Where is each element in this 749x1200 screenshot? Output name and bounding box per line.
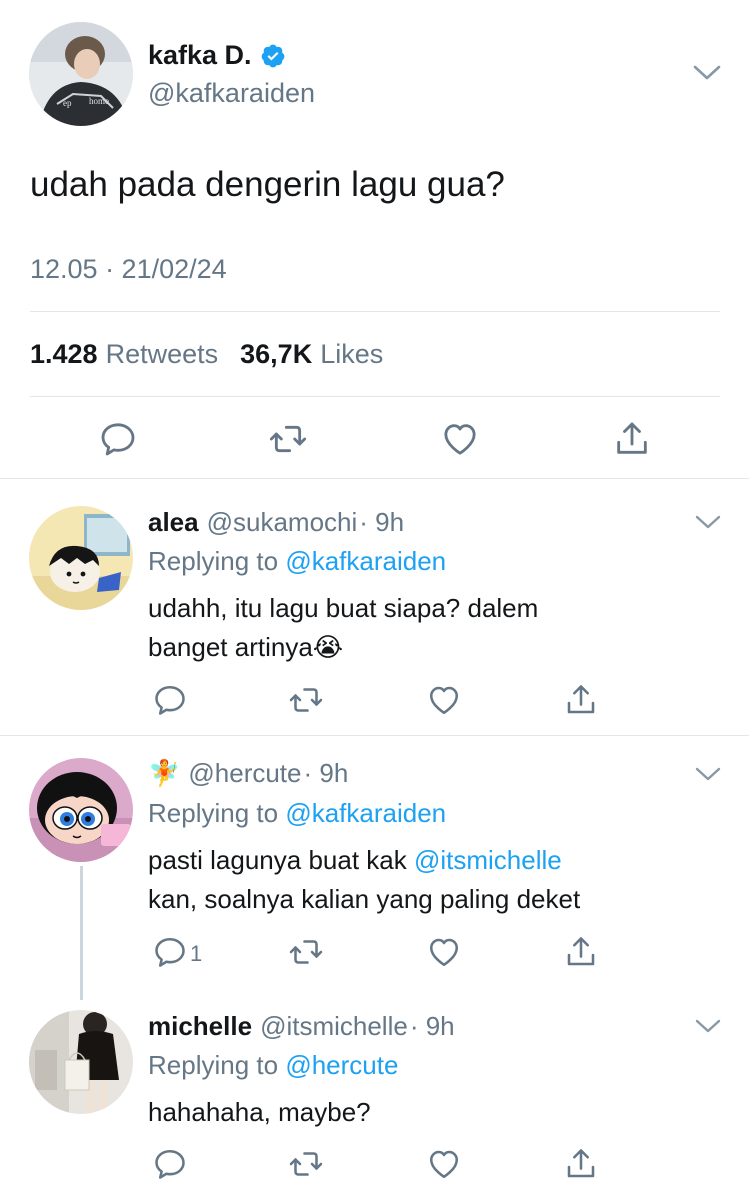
retweet-icon[interactable]: [268, 419, 308, 459]
author-name-text: kafka D.: [148, 40, 252, 70]
reply-author-handle[interactable]: @itsmichelle: [260, 1011, 408, 1042]
share-icon[interactable]: [563, 934, 599, 970]
reply-text-line2: banget artinya: [148, 632, 313, 662]
like-icon[interactable]: [426, 934, 462, 970]
reply-icon[interactable]: [152, 934, 188, 970]
thread-line: [80, 866, 83, 1000]
svg-text:ep: ep: [63, 98, 72, 108]
like-icon[interactable]: [426, 1146, 462, 1182]
share-icon[interactable]: [563, 1146, 599, 1182]
replying-to: Replying to @kafkaraiden: [148, 798, 446, 829]
avatar[interactable]: [29, 1010, 133, 1114]
reply-header: 🧚 @hercute · 9h: [148, 758, 348, 789]
reply-text-line: banget artinya😭: [148, 628, 538, 667]
reply-mention[interactable]: @itsmichelle: [414, 845, 562, 875]
reply-time: · 9h: [303, 758, 349, 788]
chevron-down-icon[interactable]: [693, 512, 723, 532]
fairy-emoji[interactable]: 🧚: [148, 758, 180, 789]
replying-mention[interactable]: @kafkaraiden: [285, 798, 446, 828]
reply-header: michelle @itsmichelle · 9h: [148, 1011, 455, 1042]
replying-mention[interactable]: @hercute: [285, 1050, 398, 1080]
reply-text-line: kan, soalnya kalian yang paling deket: [148, 884, 581, 914]
likes-count[interactable]: 36,7K: [240, 339, 312, 370]
share-icon[interactable]: [612, 419, 652, 459]
avatar[interactable]: [29, 506, 133, 610]
reply-time: · 9h: [359, 507, 405, 537]
replying-mention[interactable]: @kafkaraiden: [285, 546, 446, 576]
reply-time: · 9h: [409, 1011, 455, 1041]
replying-to: Replying to @hercute: [148, 1050, 398, 1081]
retweet-icon[interactable]: [288, 934, 324, 970]
share-icon[interactable]: [563, 682, 599, 718]
replying-prefix: Replying to: [148, 798, 279, 828]
tweet-stats: 1.428 Retweets 36,7K Likes: [30, 339, 383, 370]
crying-emoji: 😭: [312, 632, 344, 662]
reply-text: hahahaha, maybe?: [148, 1093, 371, 1132]
replying-prefix: Replying to: [148, 1050, 279, 1080]
reply-text-line: hahahaha, maybe?: [148, 1097, 371, 1127]
verified-badge-icon: [260, 43, 286, 69]
retweet-icon[interactable]: [288, 682, 324, 718]
author-handle[interactable]: @kafkaraiden: [148, 78, 315, 109]
reply-author-name[interactable]: michelle: [148, 1011, 252, 1042]
tweet-timestamp[interactable]: 12.05 · 21/02/24: [30, 254, 227, 285]
retweets-label[interactable]: Retweets: [106, 339, 219, 370]
reply-icon[interactable]: [152, 682, 188, 718]
chevron-down-icon[interactable]: [693, 764, 723, 784]
replying-prefix: Replying to: [148, 546, 279, 576]
svg-text:home: home: [89, 96, 109, 106]
chevron-down-icon[interactable]: [693, 1016, 723, 1036]
reply-text: pasti lagunya buat kak @itsmichelle kan,…: [148, 841, 580, 919]
like-icon[interactable]: [440, 419, 480, 459]
reply-icon[interactable]: [98, 419, 138, 459]
tweet-text: udah pada dengerin lagu gua?: [30, 165, 505, 204]
divider: [0, 735, 749, 736]
reply-text-line: udahh, itu lagu buat siapa? dalem: [148, 593, 539, 623]
reply-author-name[interactable]: alea: [148, 507, 199, 538]
avatar[interactable]: ep home: [29, 22, 133, 126]
like-icon[interactable]: [426, 682, 462, 718]
author-name[interactable]: kafka D.: [148, 40, 286, 71]
likes-label[interactable]: Likes: [320, 339, 383, 370]
reply-text: udahh, itu lagu buat siapa? dalem banget…: [148, 589, 538, 667]
reply-text-prefix: pasti lagunya buat kak: [148, 845, 407, 875]
retweets-count[interactable]: 1.428: [30, 339, 98, 370]
divider: [0, 478, 749, 479]
avatar[interactable]: [29, 758, 133, 862]
reply-text-line: pasti lagunya buat kak @itsmichelle: [148, 841, 580, 880]
retweet-icon[interactable]: [288, 1146, 324, 1182]
reply-author-handle[interactable]: @hercute: [188, 758, 301, 789]
divider: [30, 311, 720, 312]
reply-count[interactable]: 1: [190, 941, 202, 967]
reply-author-handle[interactable]: @sukamochi: [207, 507, 358, 538]
divider: [30, 396, 720, 397]
reply-icon[interactable]: [152, 1146, 188, 1182]
reply-header: alea @sukamochi · 9h: [148, 507, 404, 538]
chevron-down-icon[interactable]: [690, 60, 724, 84]
replying-to: Replying to @kafkaraiden: [148, 546, 446, 577]
